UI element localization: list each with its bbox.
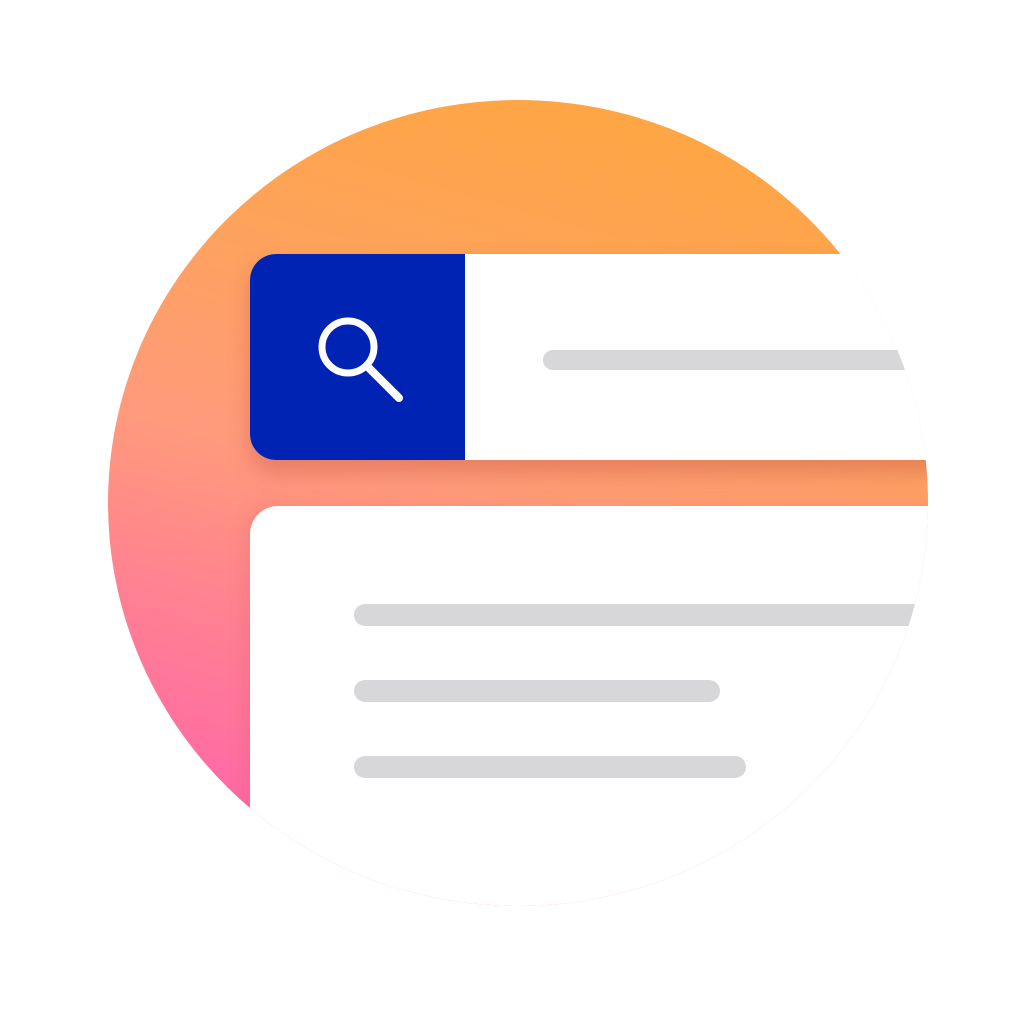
- result-text-line-2: [354, 680, 720, 702]
- results-card: [250, 506, 928, 906]
- result-text-line-1: [354, 604, 928, 626]
- search-bar: [250, 254, 928, 460]
- result-text-line-3: [354, 756, 746, 778]
- search-input[interactable]: [465, 254, 928, 460]
- illustration-stage: [0, 0, 1024, 1024]
- search-button[interactable]: [250, 254, 465, 460]
- gradient-circle-badge: [108, 100, 928, 906]
- search-icon: [318, 317, 403, 402]
- search-placeholder-line: [543, 350, 928, 370]
